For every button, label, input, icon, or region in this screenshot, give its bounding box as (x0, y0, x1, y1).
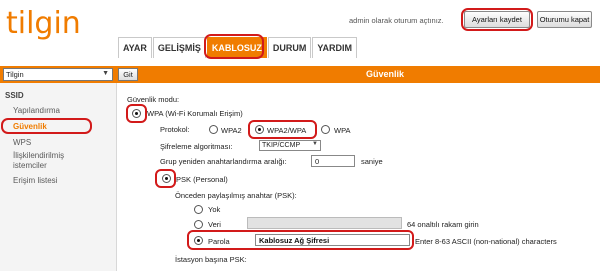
wpa-radio-highlight (126, 104, 147, 123)
psk-password-hint: Enter 8-63 ASCII (non-national) characte… (415, 237, 557, 246)
wpa-mode-label: WPA (Wi-Fi Korumalı Erişim) (147, 109, 243, 118)
encryption-select-value: TKIP/CCMP (262, 142, 301, 149)
logout-button[interactable]: Oturumu kapat (537, 11, 592, 28)
psk-radio-highlight (155, 169, 176, 188)
sidebar-item-configuration[interactable]: Yapılandırma (13, 106, 60, 115)
sidebar-highlight (1, 118, 92, 134)
psk-hex-input[interactable] (247, 217, 402, 229)
psk-data-label: Veri (208, 220, 221, 229)
encryption-label: Şifreleme algoritması: (160, 142, 233, 151)
header: tilgin admin olarak oturum açtınız. Ayar… (0, 0, 600, 59)
sidebar-item-wps[interactable]: WPS (13, 138, 31, 147)
rekey-interval-input[interactable]: 0 (311, 155, 355, 167)
protocol-wpa-label: WPA (334, 126, 351, 135)
encryption-select[interactable]: TKIP/CCMP ▼ (259, 140, 321, 151)
save-button-highlight (461, 8, 533, 31)
sidebar-heading: SSID (5, 91, 24, 100)
psk-data-radio[interactable] (194, 220, 203, 229)
preshared-key-label: Önceden paylaşılmış anahtar (PSK): (175, 191, 297, 200)
go-button[interactable]: Git (118, 68, 138, 81)
protocol-wpa2-label: WPA2 (221, 126, 242, 135)
chevron-down-icon: ▼ (102, 70, 109, 77)
psk-none-radio[interactable] (194, 205, 203, 214)
sidebar-item-access-list[interactable]: Erişim listesi (13, 176, 57, 185)
ssid-select[interactable]: Tilgin ▼ (3, 68, 113, 81)
section-bar: Tilgin ▼ Git Güvenlik (0, 66, 600, 83)
tab-yardim[interactable]: YARDIM (312, 37, 358, 58)
sidebar: SSID Yapılandırma Güvenlik WPS İlişkilen… (0, 83, 117, 271)
tab-ayar[interactable]: AYAR (118, 37, 152, 58)
tab-durum[interactable]: DURUM (267, 37, 312, 58)
psk-none-label: Yok (208, 205, 221, 214)
password-highlight (187, 230, 414, 250)
per-station-psk-label: İstasyon başına PSK: (175, 255, 247, 264)
rekey-label: Grup yeniden anahtarlandırma aralığı: (160, 157, 287, 166)
tilgin-logo: tilgin (6, 6, 81, 41)
protocol-wpa2-radio[interactable] (209, 125, 218, 134)
psk-mode-label: PSK (Personal) (176, 175, 228, 184)
security-mode-label: Güvenlik modu: (127, 95, 180, 104)
rekey-unit: saniye (361, 157, 383, 166)
page-title: Güvenlik (365, 69, 404, 79)
protocol-label: Protokol: (160, 125, 190, 134)
protocol-highlight (248, 120, 317, 139)
security-form: Güvenlik modu: WPA (Wi-Fi Korumalı Erişi… (117, 83, 600, 271)
protocol-wpa-radio[interactable] (321, 125, 330, 134)
sidebar-item-associated-clients[interactable]: İlişkilendirilmiş (13, 151, 64, 160)
tab-highlight (204, 34, 264, 59)
sidebar-item-associated-clients-line2[interactable]: istemciler (13, 161, 47, 170)
ssid-select-value: Tilgin (6, 70, 24, 79)
tab-gelismis[interactable]: GELİŞMİŞ (152, 37, 206, 58)
chevron-down-icon: ▼ (312, 141, 318, 147)
psk-hex-hint: 64 onaltılı rakam girin (407, 220, 479, 229)
logged-in-status: admin olarak oturum açtınız. (349, 16, 444, 25)
